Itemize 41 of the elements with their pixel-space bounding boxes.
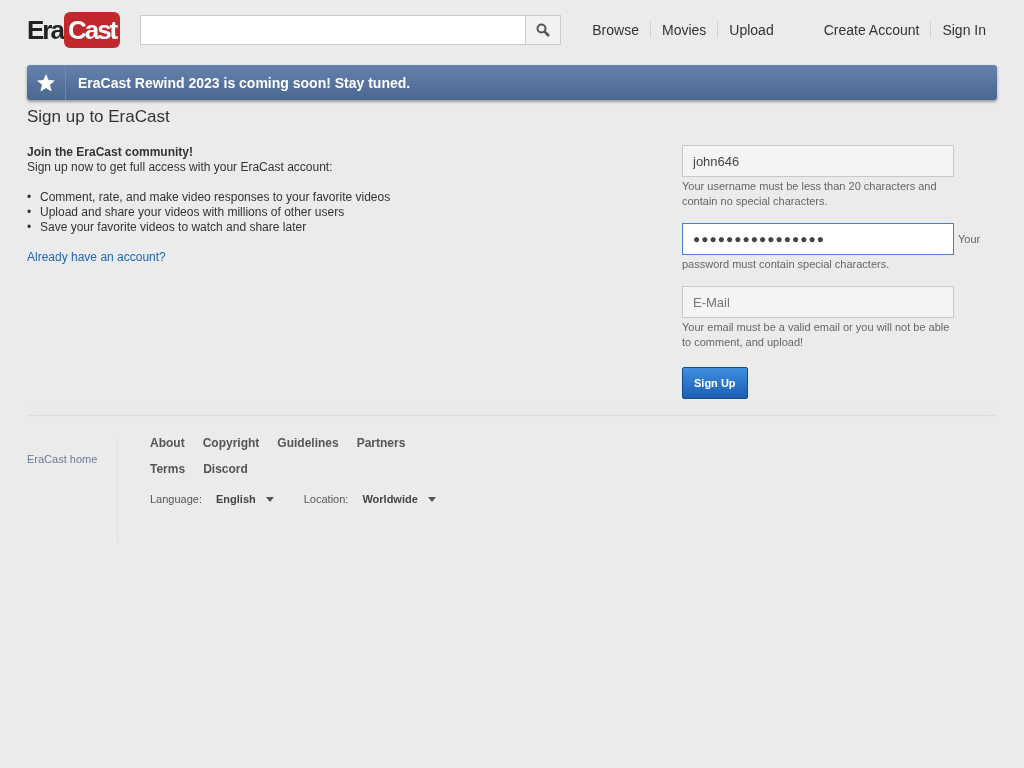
field-hint: Your email must be a valid email or you will not be able to comment, and upload!: [682, 320, 951, 350]
bullet-mark: •: [27, 190, 33, 205]
password-field[interactable]: ●●●●●●●●●●●●●●●●: [682, 223, 954, 255]
footer-link[interactable]: Copyright: [202, 436, 260, 450]
footer-link[interactable]: Partners: [356, 436, 406, 450]
bullet-mark: •: [27, 220, 33, 235]
footer-link[interactable]: Terms: [150, 462, 186, 476]
location-label: Location:: [303, 493, 349, 505]
search-icon: [536, 23, 551, 37]
bullet-text: Upload and share your videos with millions of other users: [40, 205, 345, 220]
search-button[interactable]: [525, 16, 561, 44]
bullet-mark: •: [27, 205, 33, 220]
language-picker[interactable]: English: [216, 493, 274, 505]
footer-link[interactable]: Guidelines: [277, 436, 339, 450]
language-label: Language:: [150, 493, 202, 505]
intro-heading: Join the EraCast community!: [27, 145, 195, 159]
account-link[interactable]: Sign In: [931, 22, 997, 38]
username-field[interactable]: john646: [682, 145, 954, 177]
search-field[interactable]: [140, 15, 562, 45]
nav-link[interactable]: Upload: [718, 22, 785, 38]
email-field[interactable]: E-Mail: [682, 286, 954, 318]
intro-text: Sign up now to get full access with your EraCast account:: [27, 160, 334, 174]
login-link[interactable]: Already have an account?: [27, 250, 391, 264]
location-picker[interactable]: Worldwide: [362, 493, 436, 505]
bullet-text: Save your favorite videos to watch and share later: [40, 220, 307, 235]
field-hint: Your username must be less than 20 characters and contain no special characters.: [682, 179, 938, 209]
nav-link[interactable]: Browse: [581, 22, 650, 38]
field-hint: Your: [958, 231, 981, 247]
caret-icon: [427, 496, 436, 502]
footer-link[interactable]: Discord: [203, 462, 248, 476]
caret-icon: [265, 496, 274, 502]
nav-link[interactable]: Movies: [650, 22, 718, 38]
bullet-text: Comment, rate, and make video responses to your favorite videos: [40, 190, 391, 205]
account-link[interactable]: Create Account: [812, 22, 931, 38]
alert-message: EraCast Rewind 2023 is coming soon! Stay tuned.: [78, 74, 411, 91]
home-link[interactable]: EraCast home: [27, 453, 117, 465]
field-hint: password must contain special characters.: [682, 257, 891, 272]
star-icon: [36, 72, 56, 93]
sign-up-button[interactable]: Sign Up: [682, 367, 748, 399]
footer-link[interactable]: About: [150, 436, 185, 450]
page-title: Sign up to EraCast: [27, 107, 171, 127]
